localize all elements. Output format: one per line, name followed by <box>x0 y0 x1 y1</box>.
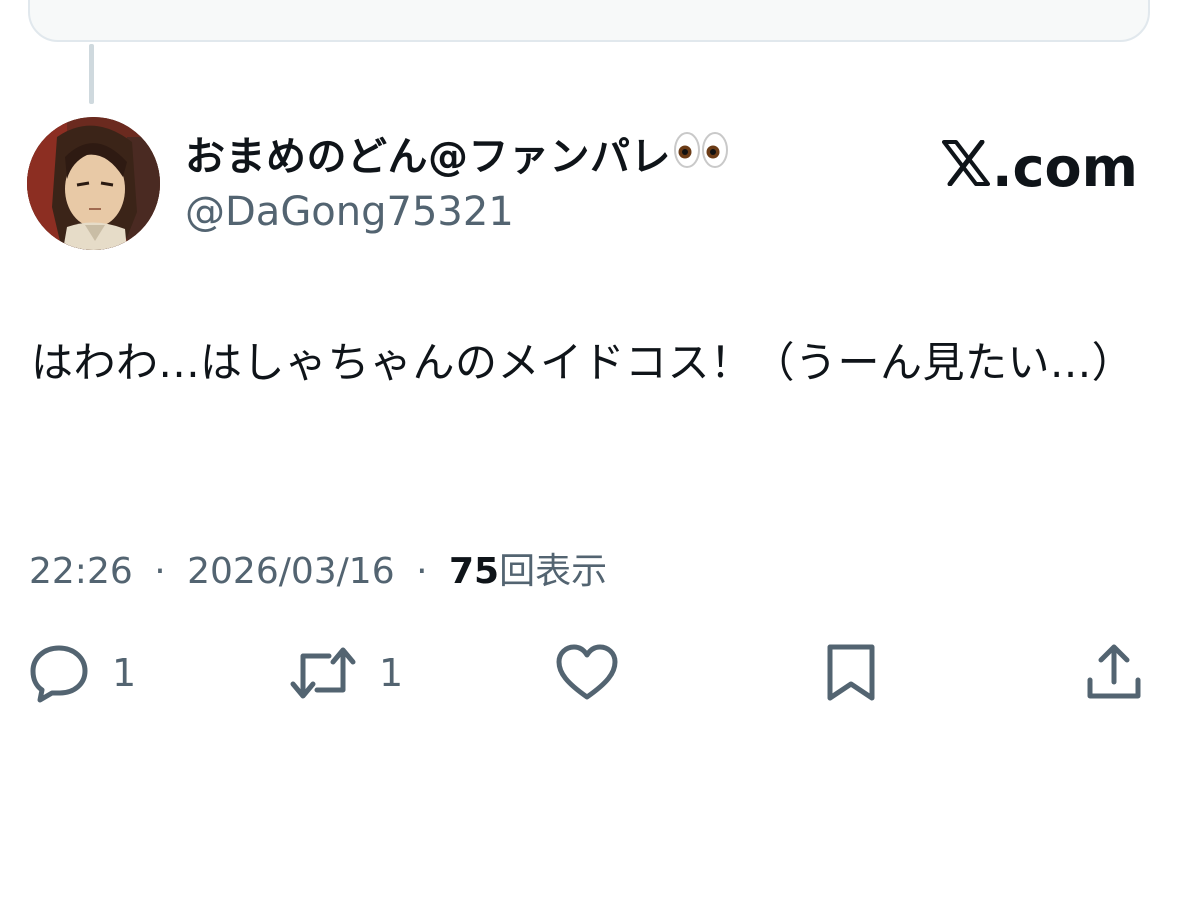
views-label: 回表示 <box>499 551 608 592</box>
retweet-count: 1 <box>379 651 404 695</box>
quoted-card[interactable] <box>28 0 1150 42</box>
share-icon <box>1085 642 1143 704</box>
retweet-icon <box>289 642 357 704</box>
retweet-button[interactable]: 1 <box>289 640 403 706</box>
meta-separator: · <box>154 551 166 592</box>
eyes-icon <box>673 130 729 183</box>
brand-text: .com <box>992 136 1138 199</box>
tweet-meta: 22:26 · 2026/03/16 · 75回表示 <box>29 546 607 598</box>
brand-logo[interactable]: .com <box>942 138 1138 198</box>
display-name-text: おまめのどん@ファンパレ <box>185 133 671 180</box>
avatar[interactable] <box>27 117 160 250</box>
x-logo-icon <box>942 138 990 198</box>
views-count: 75 <box>448 551 500 592</box>
tweet-date[interactable]: 2026/03/16 <box>187 551 395 592</box>
like-button[interactable] <box>555 640 619 706</box>
share-button[interactable] <box>1085 640 1143 706</box>
display-name[interactable]: おまめのどん@ファンパレ <box>185 130 729 183</box>
tweet-page: おまめのどん@ファンパレ @DaGong75321 .com はわわ...はしゃ… <box>0 0 1179 908</box>
thread-line <box>89 44 94 104</box>
action-bar: 1 1 <box>0 640 1179 710</box>
reply-count: 1 <box>112 651 137 695</box>
reply-button[interactable]: 1 <box>28 640 136 706</box>
tweet-text: はわわ...はしゃちゃんのメイドコス！（うーん見たい...） <box>31 338 1135 387</box>
tweet-time[interactable]: 22:26 <box>29 551 133 592</box>
user-handle[interactable]: @DaGong75321 <box>185 186 514 238</box>
bookmark-icon <box>824 642 878 704</box>
bookmark-button[interactable] <box>824 640 878 706</box>
meta-separator: · <box>416 551 428 592</box>
like-icon <box>555 643 619 703</box>
reply-icon <box>28 642 90 704</box>
